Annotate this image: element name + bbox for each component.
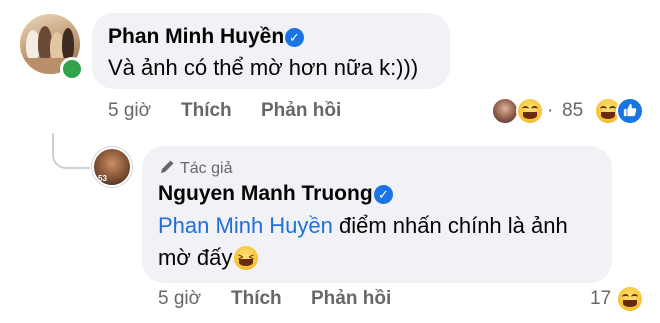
- mention-link[interactable]: Phan Minh Huyền: [158, 213, 333, 238]
- comment-like-button[interactable]: Thích: [181, 100, 232, 122]
- comment-author-name[interactable]: Phan Minh Huyền: [108, 25, 284, 49]
- verified-badge-icon: ✓: [374, 185, 393, 204]
- reply-thread-connector: [52, 133, 90, 169]
- reply-author-name[interactable]: Nguyen Manh Truong: [158, 182, 373, 206]
- avatar-jersey-number: 53: [98, 174, 107, 183]
- reply-reaction-count[interactable]: 17: [590, 288, 611, 310]
- reply-timestamp[interactable]: 5 giờ: [158, 288, 201, 310]
- laughing-squint-emoji-icon: > <: [234, 246, 258, 270]
- reply-like-button[interactable]: Thích: [231, 288, 282, 310]
- comment-reply-button[interactable]: Phản hồi: [261, 100, 341, 122]
- reply-text-line-1: Phan Minh Huyền điểm nhấn chính là ảnh: [158, 213, 568, 239]
- haha-reaction-icon: [516, 97, 544, 125]
- reply-text-line-2: mờ đấy: [158, 245, 233, 270]
- reply-text: điểm nhấn chính là ảnh: [332, 213, 568, 238]
- reply-reply-button[interactable]: Phản hồi: [311, 288, 391, 310]
- reply-author-avatar[interactable]: 53: [92, 147, 132, 187]
- reaction-count[interactable]: 85: [562, 100, 583, 122]
- profile-avatar-icon: [491, 97, 519, 125]
- online-status-dot: [60, 57, 84, 81]
- like-reaction-icon[interactable]: [616, 97, 644, 125]
- reaction-separator: ·: [547, 100, 554, 121]
- verified-badge-icon: ✓: [285, 28, 304, 47]
- author-badge-label: Tác giả: [180, 160, 233, 177]
- haha-reaction-icon[interactable]: [616, 285, 644, 313]
- pen-icon: [159, 159, 175, 180]
- comment-text: Và ảnh có thể mờ hơn nữa k:))): [108, 55, 419, 80]
- comment-timestamp[interactable]: 5 giờ: [108, 100, 151, 122]
